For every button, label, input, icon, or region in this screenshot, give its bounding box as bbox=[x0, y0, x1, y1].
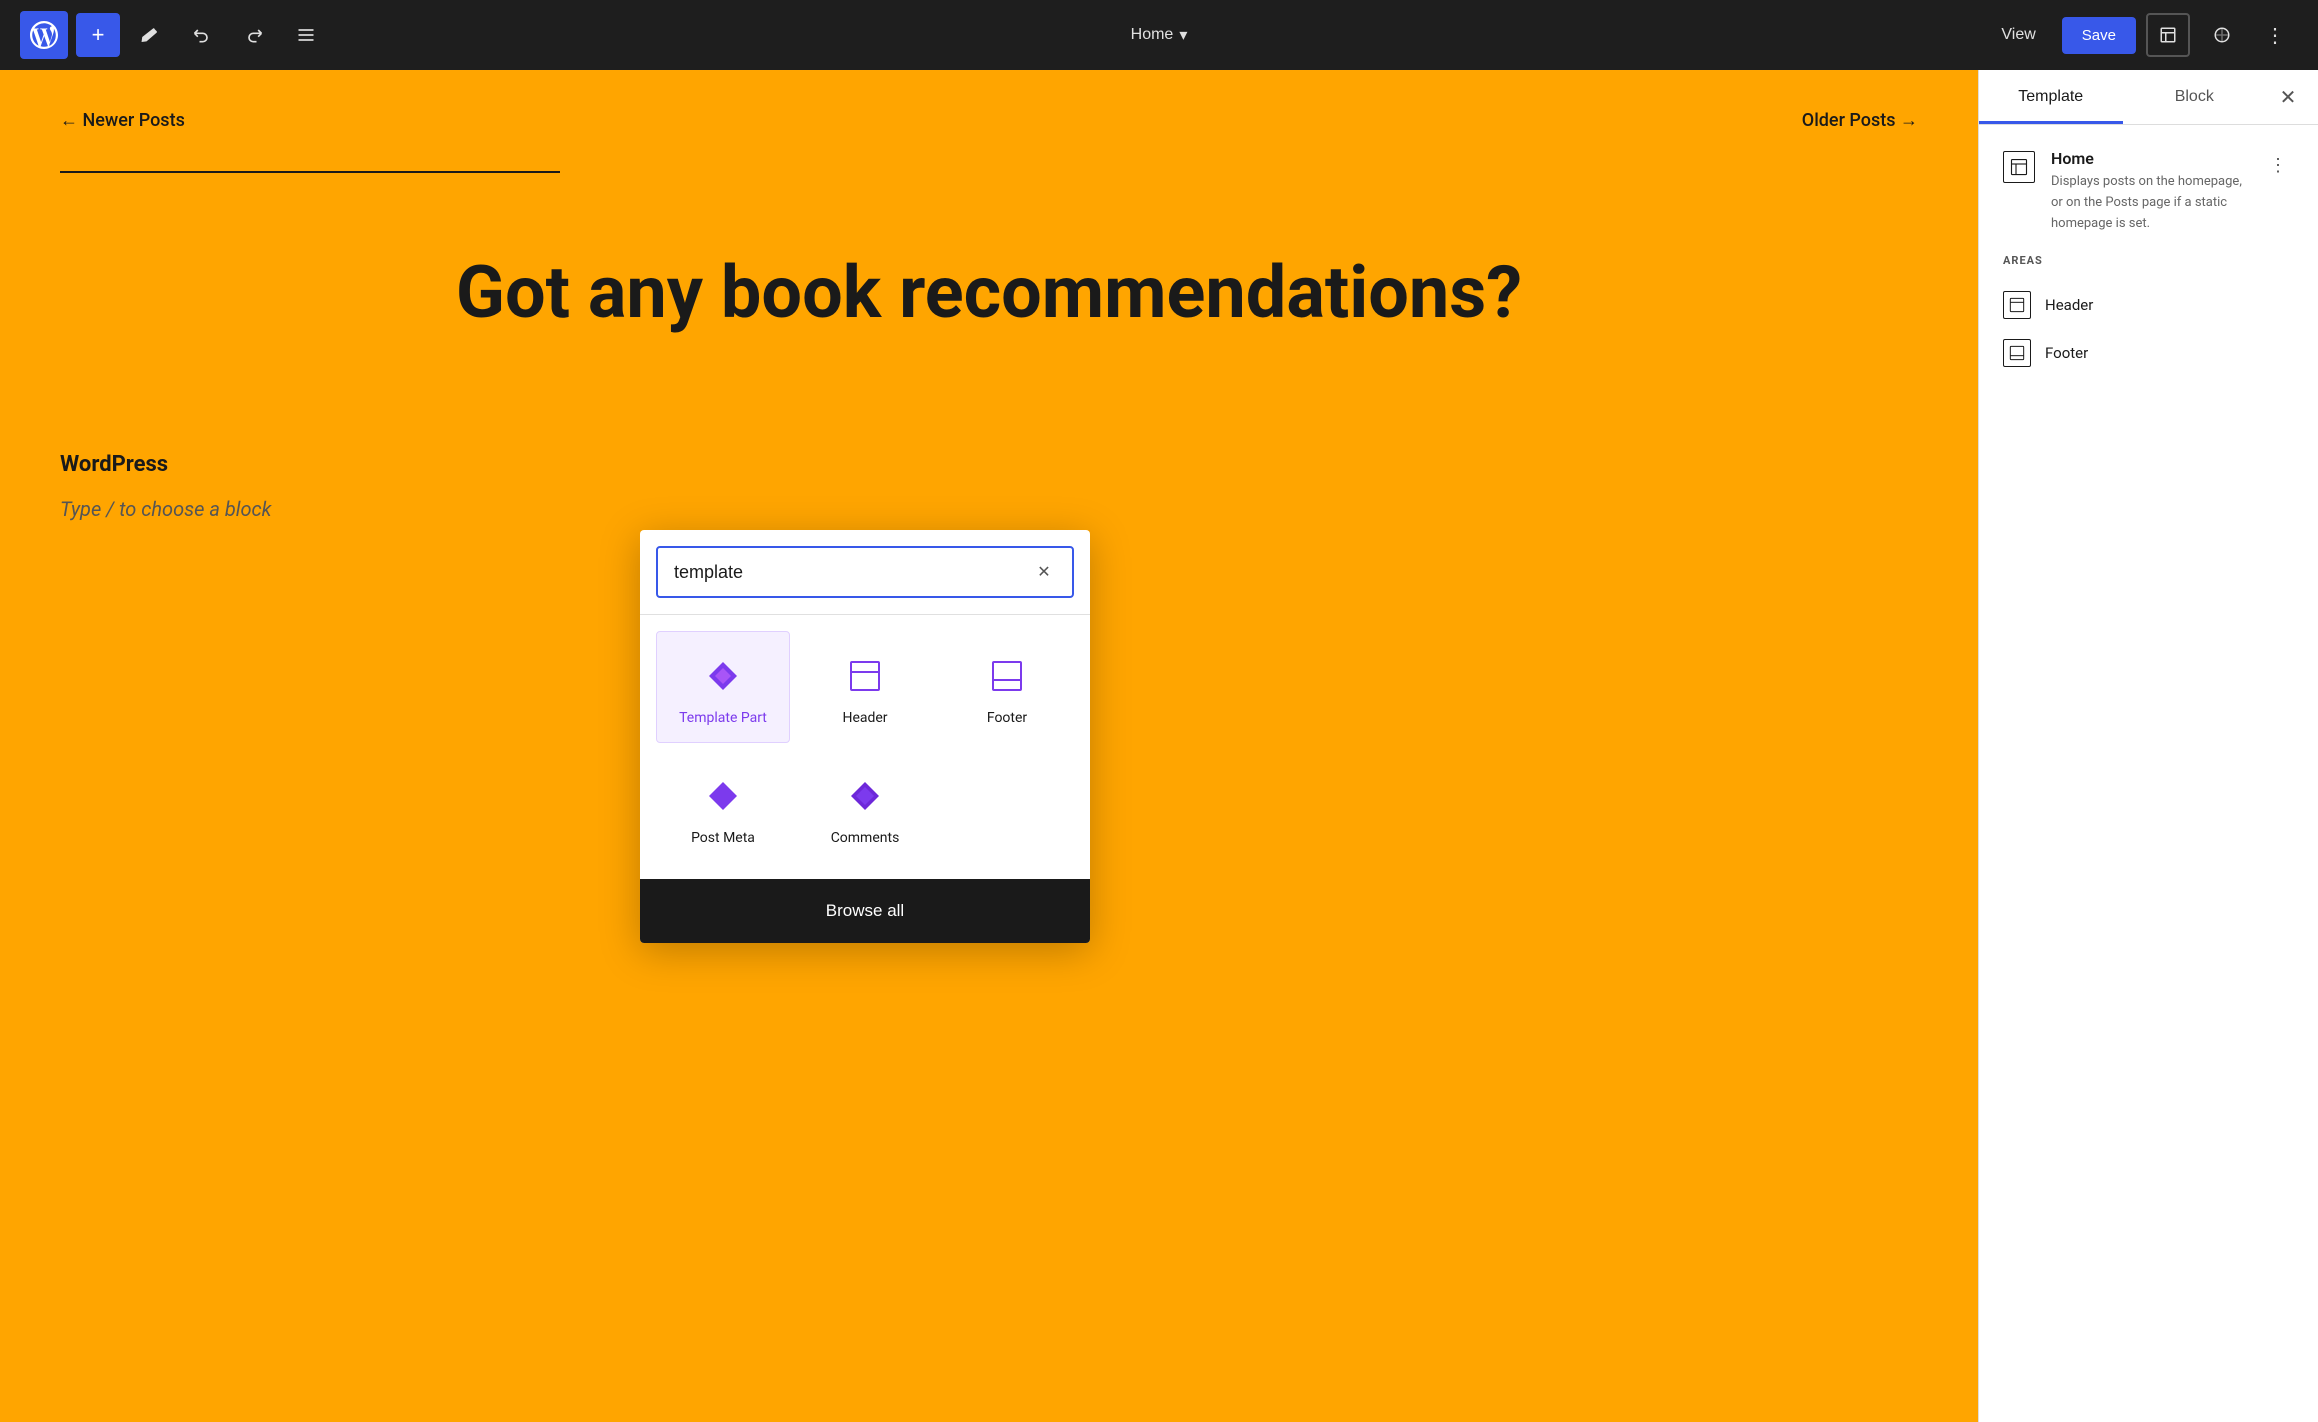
page-title-button[interactable]: Home ▾ bbox=[1119, 17, 1200, 53]
area-item-footer[interactable]: Footer bbox=[2003, 329, 2294, 377]
area-header-icon bbox=[2003, 291, 2031, 319]
theme-icon bbox=[2213, 26, 2231, 44]
wp-logo-button[interactable] bbox=[20, 11, 68, 59]
block-item-template-part[interactable]: Template Part bbox=[656, 631, 790, 743]
redo-icon bbox=[244, 25, 264, 45]
template-more-button[interactable]: ⋮ bbox=[2262, 149, 2294, 181]
canvas: ← Newer Posts Older Posts → Got any book… bbox=[0, 70, 1978, 1422]
toolbar-left: + bbox=[20, 11, 328, 59]
block-item-label-comments: Comments bbox=[831, 830, 900, 846]
wp-logo-icon bbox=[30, 21, 58, 49]
block-item-header[interactable]: Header bbox=[798, 631, 932, 743]
list-view-button[interactable] bbox=[284, 13, 328, 57]
tab-block[interactable]: Block bbox=[2123, 70, 2267, 124]
canvas-footer-brand: WordPress bbox=[60, 452, 1918, 477]
sidebar-tabs: Template Block ✕ bbox=[1979, 70, 2318, 125]
canvas-divider bbox=[60, 171, 560, 173]
redo-button[interactable] bbox=[232, 13, 276, 57]
area-footer-icon bbox=[2003, 339, 2031, 367]
block-search-input[interactable] bbox=[674, 562, 1022, 583]
block-inserter-popup: ✕ Template Part bbox=[640, 530, 1090, 943]
areas-label: AREAS bbox=[2003, 254, 2294, 267]
footer-block-icon bbox=[983, 652, 1031, 700]
header-block-icon bbox=[841, 652, 889, 700]
older-posts-link[interactable]: Older Posts → bbox=[1802, 110, 1918, 131]
undo-icon bbox=[192, 25, 212, 45]
area-footer-label: Footer bbox=[2045, 344, 2088, 362]
block-item-label-header: Header bbox=[842, 710, 887, 726]
template-part-icon bbox=[699, 652, 747, 700]
block-item-footer[interactable]: Footer bbox=[940, 631, 1074, 743]
save-button[interactable]: Save bbox=[2062, 17, 2136, 54]
template-title: Home bbox=[2051, 149, 2246, 168]
template-entry-right: Home Displays posts on the homepage, or … bbox=[2051, 149, 2246, 234]
template-entry: Home Displays posts on the homepage, or … bbox=[2003, 149, 2294, 234]
newer-posts-link[interactable]: ← Newer Posts bbox=[60, 110, 185, 131]
template-description: Displays posts on the homepage, or on th… bbox=[2051, 172, 2246, 234]
layout-icon bbox=[2159, 26, 2177, 44]
pencil-icon bbox=[140, 25, 160, 45]
block-search-area: ✕ bbox=[640, 530, 1090, 615]
area-item-header[interactable]: Header bbox=[2003, 281, 2294, 329]
layout-toggle-button[interactable] bbox=[2146, 13, 2190, 57]
block-item-label-post-meta: Post Meta bbox=[691, 830, 755, 846]
add-block-button[interactable]: + bbox=[76, 13, 120, 57]
toolbar: + Home ▾ View Save bbox=[0, 0, 2318, 70]
tab-template[interactable]: Template bbox=[1979, 70, 2123, 124]
sidebar-close-button[interactable]: ✕ bbox=[2266, 75, 2310, 119]
block-item-label-footer: Footer bbox=[987, 710, 1027, 726]
chevron-down-icon: ▾ bbox=[1179, 25, 1187, 45]
block-grid: Template Part Header bbox=[640, 615, 1090, 879]
view-button[interactable]: View bbox=[1985, 18, 2051, 52]
page-title-text: Home bbox=[1131, 26, 1174, 44]
more-options-button[interactable]: ⋮ bbox=[2254, 13, 2298, 57]
right-sidebar: Template Block ✕ Home Displays posts on … bbox=[1978, 70, 2318, 1422]
block-item-comments[interactable]: Comments bbox=[798, 751, 932, 863]
post-meta-icon bbox=[699, 772, 747, 820]
template-entry-icon bbox=[2003, 151, 2035, 183]
canvas-navigation: ← Newer Posts Older Posts → bbox=[0, 70, 1978, 151]
sidebar-content: Home Displays posts on the homepage, or … bbox=[1979, 125, 2318, 1422]
list-view-icon bbox=[296, 25, 316, 45]
block-item-label-template-part: Template Part bbox=[679, 710, 767, 726]
browse-all-button[interactable]: Browse all bbox=[640, 879, 1090, 943]
toolbar-center: Home ▾ bbox=[1119, 17, 1200, 53]
block-search-field-wrapper: ✕ bbox=[656, 546, 1074, 598]
edit-tool-button[interactable] bbox=[128, 13, 172, 57]
comments-icon bbox=[841, 772, 889, 820]
theme-toggle-button[interactable] bbox=[2200, 13, 2244, 57]
block-item-post-meta[interactable]: Post Meta bbox=[656, 751, 790, 863]
undo-button[interactable] bbox=[180, 13, 224, 57]
canvas-headline: Got any book recommendations? bbox=[0, 193, 1978, 392]
main-layout: ← Newer Posts Older Posts → Got any book… bbox=[0, 70, 2318, 1422]
toolbar-right: View Save ⋮ bbox=[1985, 13, 2298, 57]
search-clear-button[interactable]: ✕ bbox=[1032, 560, 1056, 584]
area-header-label: Header bbox=[2045, 296, 2093, 314]
canvas-block-placeholder[interactable]: Type / to choose a block bbox=[60, 497, 1918, 521]
